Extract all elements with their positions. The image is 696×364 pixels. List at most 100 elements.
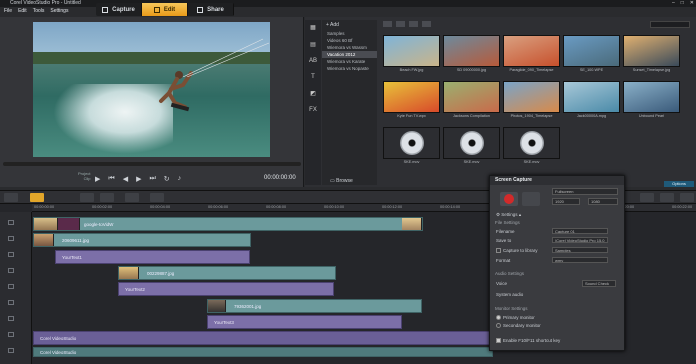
transition-icon[interactable]: AB	[309, 58, 317, 64]
folder-icon[interactable]	[383, 21, 392, 27]
capture-area-select[interactable]: Fullscreen	[552, 188, 618, 195]
menu-tools[interactable]: Tools	[33, 7, 45, 15]
library-thumbnail[interactable]: SD 09000000.jpg	[443, 35, 500, 75]
height-field[interactable]: 1080	[588, 198, 618, 205]
format-label: Format	[496, 258, 511, 263]
play-icon[interactable]: ▶	[95, 175, 100, 183]
timeline-clip[interactable]: 20609611.jpg	[33, 233, 251, 247]
track-header[interactable]	[0, 296, 32, 310]
library-thumbnail[interactable]: Photos_1904_Timelapse	[503, 81, 560, 121]
instant-project-icon[interactable]: ▤	[310, 41, 316, 48]
library-thumbnail[interactable]: SKE.mov	[443, 127, 500, 167]
filename-field[interactable]: Capture 01	[552, 228, 608, 234]
folder-item[interactable]: Wiemora vs Wassm	[322, 44, 377, 51]
preview-timecode[interactable]: 00:00:00:00	[264, 175, 296, 181]
library-thumbnail[interactable]: Unbound Pearl	[623, 81, 680, 121]
title-clip[interactable]: YourText3	[207, 315, 402, 329]
track-header[interactable]	[0, 344, 32, 358]
saveto-field[interactable]: \Corel VideoStudio Pro 15.0	[552, 237, 608, 243]
graphic-icon[interactable]: ◩	[310, 90, 316, 97]
library-thumbnail[interactable]: Jack00000A.mpg	[563, 81, 620, 121]
library-search-input[interactable]	[650, 21, 690, 28]
title-clip[interactable]: YourText1	[55, 250, 250, 264]
ruler-tick: 00:00:10:00	[324, 205, 345, 209]
timeline-clip[interactable]: 00229887.jpg	[118, 266, 336, 280]
folder-item-selected[interactable]: Vacation 2012	[322, 51, 377, 58]
library-thumbnail[interactable]: Sunset_Timelapse.jpg	[623, 35, 680, 75]
zoom-out-button[interactable]	[640, 193, 654, 202]
zoom-in-button[interactable]	[660, 193, 674, 202]
title-icon[interactable]: T	[311, 74, 315, 80]
width-field[interactable]: 1920	[552, 198, 580, 205]
track-header[interactable]	[0, 232, 32, 246]
project-clip-toggle[interactable]: Project Clip	[78, 171, 90, 181]
next-frame-icon[interactable]: ▶	[136, 175, 141, 183]
thumbnail-caption: Jack00000A.mpg	[576, 114, 607, 118]
prev-frame-icon[interactable]: ◀	[123, 175, 128, 183]
library-thumbnail[interactable]: Beach FW.jpg	[383, 35, 440, 75]
options-button[interactable]: Options	[664, 181, 694, 187]
timeline-view-button[interactable]	[30, 193, 44, 202]
repeat-icon[interactable]: ↻	[164, 175, 170, 183]
folder-item[interactable]: Videos 60 Bf	[322, 37, 377, 44]
track-header[interactable]	[0, 328, 32, 342]
primary-monitor-radio[interactable]: Primary monitor	[496, 315, 535, 321]
tab-capture[interactable]: Capture	[96, 3, 142, 16]
end-icon[interactable]: ⏭	[149, 175, 155, 183]
thumbnail-caption: SD 09000000.jpg	[456, 68, 487, 72]
sound-check-button[interactable]: Sound Check	[582, 280, 616, 287]
secondary-monitor-radio[interactable]: Secondary monitor	[496, 323, 541, 329]
audio-filter-icon[interactable]	[422, 21, 431, 27]
library-thumbnail[interactable]: Jacksons Compilation	[443, 81, 500, 121]
start-icon[interactable]: ⏮	[108, 175, 114, 183]
track-header[interactable]	[0, 216, 32, 230]
record-button[interactable]	[500, 192, 518, 206]
fit-project-button[interactable]	[680, 193, 694, 202]
browse-button[interactable]: ▭ Browse	[330, 178, 353, 184]
library-thumbnail[interactable]: Paraglide_090_Timelapse	[503, 35, 560, 75]
video-filter-icon[interactable]	[396, 21, 405, 27]
library-thumbnail[interactable]: SE_100.WPE	[563, 35, 620, 75]
photo-filter-icon[interactable]	[409, 21, 418, 27]
library-select[interactable]: Samples	[552, 247, 608, 253]
track-header[interactable]	[0, 264, 32, 278]
title-clip[interactable]: YourText2	[118, 282, 334, 296]
track-header[interactable]	[0, 312, 32, 326]
timeline-clip[interactable]: 79362001.jpg	[207, 299, 422, 313]
menu-settings[interactable]: Settings	[50, 7, 68, 15]
redo-button[interactable]	[100, 193, 114, 202]
menu-file[interactable]: File	[4, 7, 12, 15]
record-capture-button[interactable]	[125, 193, 139, 202]
capture-to-library-checkbox[interactable]: Capture to library	[496, 248, 538, 254]
tab-edit[interactable]: Edit	[142, 3, 188, 16]
volume-icon[interactable]: ♪	[178, 175, 182, 183]
fx-icon[interactable]: FX	[309, 107, 317, 113]
storyboard-view-button[interactable]	[4, 193, 18, 202]
preview-scrubber[interactable]	[3, 162, 301, 166]
library-thumbnail[interactable]: Kyte Fun TV.wpx	[383, 81, 440, 121]
settings-toggle[interactable]: ⚙ Settings ▴	[496, 212, 521, 218]
stop-button[interactable]	[522, 192, 540, 206]
enable-shortcut-checkbox[interactable]: Enable F10/F11 shortcut key	[496, 338, 560, 344]
maximize-button[interactable]: □	[681, 0, 684, 7]
menu-edit[interactable]: Edit	[18, 7, 27, 15]
timeline-clip[interactable]: google-toVidW	[33, 217, 423, 231]
track-header[interactable]	[0, 280, 32, 294]
music-clip[interactable]: Corel VideoStudio	[33, 347, 493, 357]
library-thumbnail[interactable]: SKE.mov	[383, 127, 440, 167]
mixer-button[interactable]	[150, 193, 164, 202]
folder-item[interactable]: Samples	[322, 30, 377, 37]
folder-item[interactable]: Wiemora vs Karate	[322, 58, 377, 65]
track-header[interactable]	[0, 248, 32, 262]
tab-share[interactable]: Share	[188, 3, 234, 16]
library-thumbnail[interactable]: SKE.mov	[503, 127, 560, 167]
folder-item[interactable]: Wiemora vs Nopaste	[322, 65, 377, 72]
add-folder-button[interactable]: + Add	[322, 20, 377, 30]
close-button[interactable]: ✕	[690, 0, 694, 7]
dialog-title: Screen Capture	[490, 176, 624, 185]
media-icon[interactable]: ▦	[310, 24, 316, 31]
minimize-button[interactable]: –	[672, 0, 675, 7]
title-clip[interactable]: Corel VideoStudio	[33, 331, 493, 345]
undo-button[interactable]	[80, 193, 94, 202]
format-select[interactable]: wmv	[552, 257, 608, 263]
